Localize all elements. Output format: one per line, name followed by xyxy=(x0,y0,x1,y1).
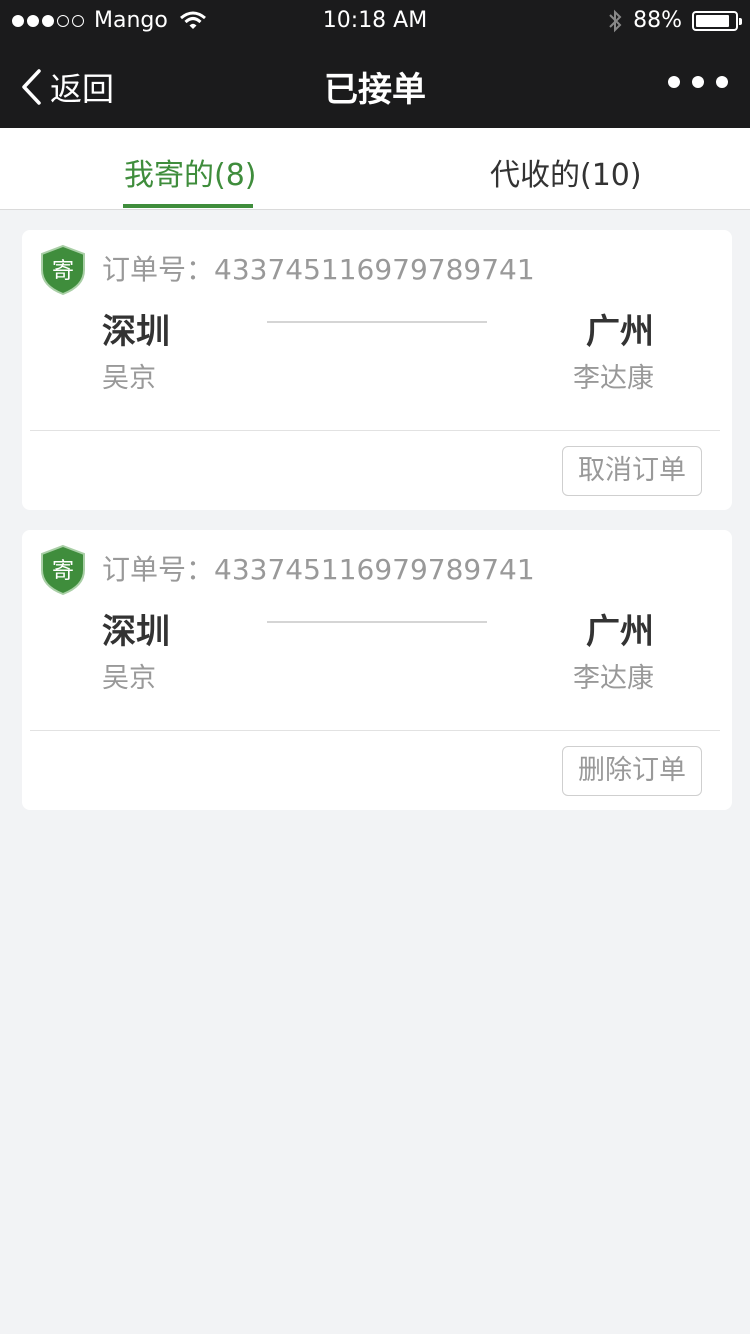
order-card[interactable]: 寄 订单号：433745116979789741 深圳 吴京 广州 李达康 取消… xyxy=(22,230,732,510)
sender-name: 吴京 xyxy=(102,663,156,694)
status-bar: Mango 10:18 AM 88% xyxy=(0,0,750,42)
route-line xyxy=(267,321,487,323)
order-number: 订单号：433745116979789741 xyxy=(102,553,535,586)
cancel-order-button[interactable]: 取消订单 xyxy=(562,446,702,496)
battery-fill xyxy=(696,14,730,27)
badge-label: 寄 xyxy=(51,259,74,284)
tab-sent[interactable]: 我寄的(8) xyxy=(124,150,257,194)
tab-received[interactable]: 代收的(10) xyxy=(490,150,642,194)
receiver-name: 李达康 xyxy=(573,663,654,694)
route-line xyxy=(267,621,487,623)
page-title: 已接单 xyxy=(324,70,426,110)
destination-city: 广州 xyxy=(586,612,654,652)
order-card[interactable]: 寄 订单号：433745116979789741 深圳 吴京 广州 李达康 删除… xyxy=(22,530,732,810)
badge-label: 寄 xyxy=(51,559,74,584)
sender-name: 吴京 xyxy=(102,363,156,394)
battery-icon xyxy=(692,10,742,31)
tab-bar: 我寄的(8) 代收的(10) xyxy=(0,128,750,210)
delete-order-button[interactable]: 删除订单 xyxy=(562,746,702,796)
receiver-name: 李达康 xyxy=(573,363,654,394)
active-tab-indicator xyxy=(123,204,253,208)
send-badge-icon: 寄 xyxy=(40,544,86,596)
card-divider xyxy=(30,430,720,431)
status-right-group: 88% xyxy=(607,8,742,33)
destination-city: 广州 xyxy=(586,312,654,352)
send-badge-icon: 寄 xyxy=(40,244,86,296)
origin-city: 深圳 xyxy=(102,312,170,352)
bluetooth-icon xyxy=(609,9,622,32)
battery-percent: 88% xyxy=(633,8,682,33)
origin-city: 深圳 xyxy=(102,612,170,652)
navigation-bar: 返回 已接单 xyxy=(0,42,750,128)
order-number: 订单号：433745116979789741 xyxy=(102,253,535,286)
card-divider xyxy=(30,730,720,731)
more-options-icon[interactable] xyxy=(668,76,728,88)
